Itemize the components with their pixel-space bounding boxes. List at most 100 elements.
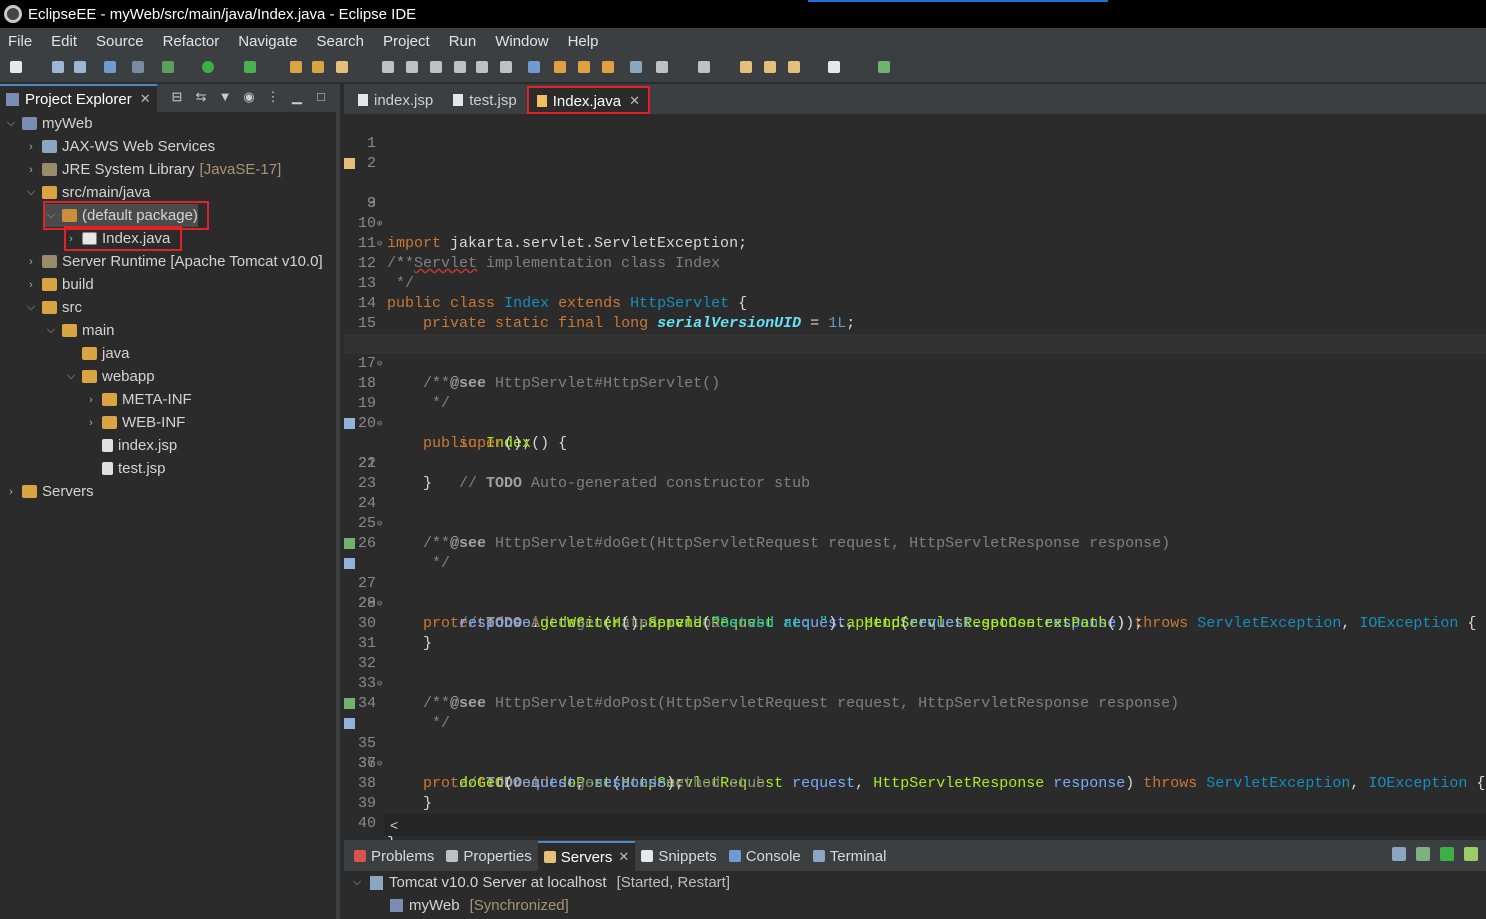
chevron-right-icon[interactable]: ›	[24, 256, 38, 268]
mark-occurrences-icon[interactable]	[406, 61, 418, 73]
filter-icon[interactable]: ▼	[218, 90, 232, 104]
tree-item-main[interactable]: ⌵ main	[44, 319, 115, 342]
warning-icon[interactable]	[344, 158, 355, 169]
menu-search[interactable]: Search	[308, 33, 375, 50]
chevron-right-icon[interactable]: ›	[4, 486, 18, 498]
link-editor-icon[interactable]: ⇆	[194, 90, 208, 104]
tab-terminal[interactable]: Terminal	[807, 841, 893, 871]
task-icon[interactable]	[344, 418, 355, 429]
tree-item-server-runtime[interactable]: › Server Runtime [Apache Tomcat v10.0]	[24, 250, 323, 273]
close-icon[interactable]: ✕	[140, 91, 151, 107]
tree-item-servers[interactable]: › Servers	[4, 480, 94, 503]
save-icon[interactable]	[52, 61, 64, 73]
globe-icon[interactable]	[528, 61, 540, 73]
new-webservice-icon[interactable]	[630, 61, 642, 73]
start-server-icon[interactable]	[1440, 847, 1454, 861]
new-filter-icon[interactable]	[602, 61, 614, 73]
open-resource-icon[interactable]	[312, 61, 324, 73]
tab-index-jsp[interactable]: index.jsp	[348, 86, 443, 114]
tree-item-index-jsp[interactable]: index.jsp	[84, 434, 177, 457]
minimize-icon[interactable]: ▁	[290, 90, 304, 104]
scroll-left-icon[interactable]: <	[390, 817, 398, 833]
code-editor[interactable]: 1 2 3 ⊕ import jakarta.servlet.ServletEx…	[344, 114, 1486, 852]
tab-properties[interactable]: Properties	[440, 841, 537, 871]
focus-icon[interactable]: ◉	[242, 90, 256, 104]
chevron-right-icon[interactable]: ›	[24, 141, 38, 153]
new-icon[interactable]	[10, 61, 22, 73]
chevron-down-icon[interactable]: ⌵	[4, 117, 18, 130]
menu-source[interactable]: Source	[88, 33, 155, 50]
terminal-icon[interactable]	[104, 61, 116, 73]
tab-project-explorer[interactable]: Project Explorer ✕	[0, 84, 157, 112]
tree-item-jre[interactable]: › JRE System Library [JavaSE-17]	[24, 158, 281, 181]
tree-item-web-inf[interactable]: › WEB-INF	[84, 411, 185, 434]
override-icon[interactable]	[344, 698, 355, 709]
chevron-down-icon[interactable]: ⌵	[24, 301, 38, 314]
tree-item-myweb[interactable]: ⌵ myWeb	[4, 112, 93, 135]
horizontal-scrollbar[interactable]: <	[384, 814, 1486, 836]
debug-server-icon[interactable]	[1416, 847, 1430, 861]
task-icon[interactable]	[344, 558, 355, 569]
chevron-down-icon[interactable]: ⌵	[24, 186, 38, 199]
new-servlet-icon[interactable]	[554, 61, 566, 73]
collapse-all-icon[interactable]: ⊟	[170, 90, 184, 104]
chevron-right-icon[interactable]: ›	[24, 279, 38, 291]
menu-file[interactable]: File	[0, 33, 43, 50]
tab-console[interactable]: Console	[723, 841, 807, 871]
tab-problems[interactable]: Problems	[348, 841, 440, 871]
chevron-right-icon[interactable]: ›	[24, 164, 38, 176]
menu-navigate[interactable]: Navigate	[230, 33, 308, 50]
show-whitespace-icon[interactable]	[476, 61, 488, 73]
prev-annotation-icon[interactable]	[698, 61, 710, 73]
tree-item-java[interactable]: java	[64, 342, 130, 365]
maximize-icon[interactable]: □	[314, 90, 328, 104]
override-icon[interactable]	[344, 538, 355, 549]
open-type-icon[interactable]	[290, 61, 302, 73]
search-tool-icon[interactable]	[336, 61, 348, 73]
tab-index-java[interactable]: Index.java ✕	[526, 86, 651, 114]
menu-edit[interactable]: Edit	[43, 33, 88, 50]
new-listener-icon[interactable]	[578, 61, 590, 73]
tab-test-jsp[interactable]: test.jsp	[443, 86, 527, 114]
run-icon[interactable]	[202, 61, 214, 73]
word-wrap-icon[interactable]	[454, 61, 466, 73]
module-row[interactable]: myWeb [Synchronized]	[390, 894, 569, 917]
chevron-right-icon[interactable]: ›	[84, 417, 98, 429]
tree-item-jaxws[interactable]: › JAX-WS Web Services	[24, 135, 215, 158]
tree-item-meta-inf[interactable]: › META-INF	[84, 388, 192, 411]
annotation-icon[interactable]	[382, 61, 394, 73]
menu-help[interactable]: Help	[560, 33, 610, 50]
view-menu-icon[interactable]: ⋮	[266, 90, 280, 104]
collapse-icon[interactable]	[1392, 847, 1406, 861]
close-icon[interactable]: ✕	[618, 849, 629, 865]
tree-item-src[interactable]: ⌵ src	[24, 296, 82, 319]
chevron-down-icon[interactable]: ⌵	[350, 876, 364, 889]
forward-edit-icon[interactable]	[764, 61, 776, 73]
menu-window[interactable]: Window	[487, 33, 559, 50]
chevron-down-icon[interactable]: ⌵	[44, 324, 58, 337]
profile-server-icon[interactable]	[1464, 847, 1478, 861]
next-annotation-icon[interactable]	[656, 61, 668, 73]
block-selection-icon[interactable]	[430, 61, 442, 73]
tab-servers[interactable]: Servers ✕	[537, 841, 636, 871]
task-icon[interactable]	[344, 718, 355, 729]
chevron-down-icon[interactable]: ⌵	[64, 370, 78, 383]
forward-icon[interactable]	[828, 61, 840, 73]
close-icon[interactable]: ✕	[629, 93, 640, 109]
menu-project[interactable]: Project	[375, 33, 441, 50]
tree-item-build[interactable]: › build	[24, 273, 94, 296]
perspective-icon[interactable]	[878, 61, 890, 73]
menu-run[interactable]: Run	[441, 33, 488, 50]
back-icon[interactable]	[788, 61, 800, 73]
tree-item-webapp[interactable]: ⌵ webapp	[64, 365, 155, 388]
debug-icon[interactable]	[162, 61, 174, 73]
pilcrow-icon[interactable]	[500, 61, 512, 73]
menu-refactor[interactable]: Refactor	[155, 33, 231, 50]
last-edit-icon[interactable]	[740, 61, 752, 73]
chevron-right-icon[interactable]: ›	[84, 394, 98, 406]
tree-item-test-jsp[interactable]: test.jsp	[84, 457, 166, 480]
tab-snippets[interactable]: Snippets	[635, 841, 722, 871]
skip-breakpoints-icon[interactable]	[132, 61, 144, 73]
save-all-icon[interactable]	[74, 61, 86, 73]
server-row[interactable]: ⌵ Tomcat v10.0 Server at localhost [Star…	[350, 871, 730, 894]
